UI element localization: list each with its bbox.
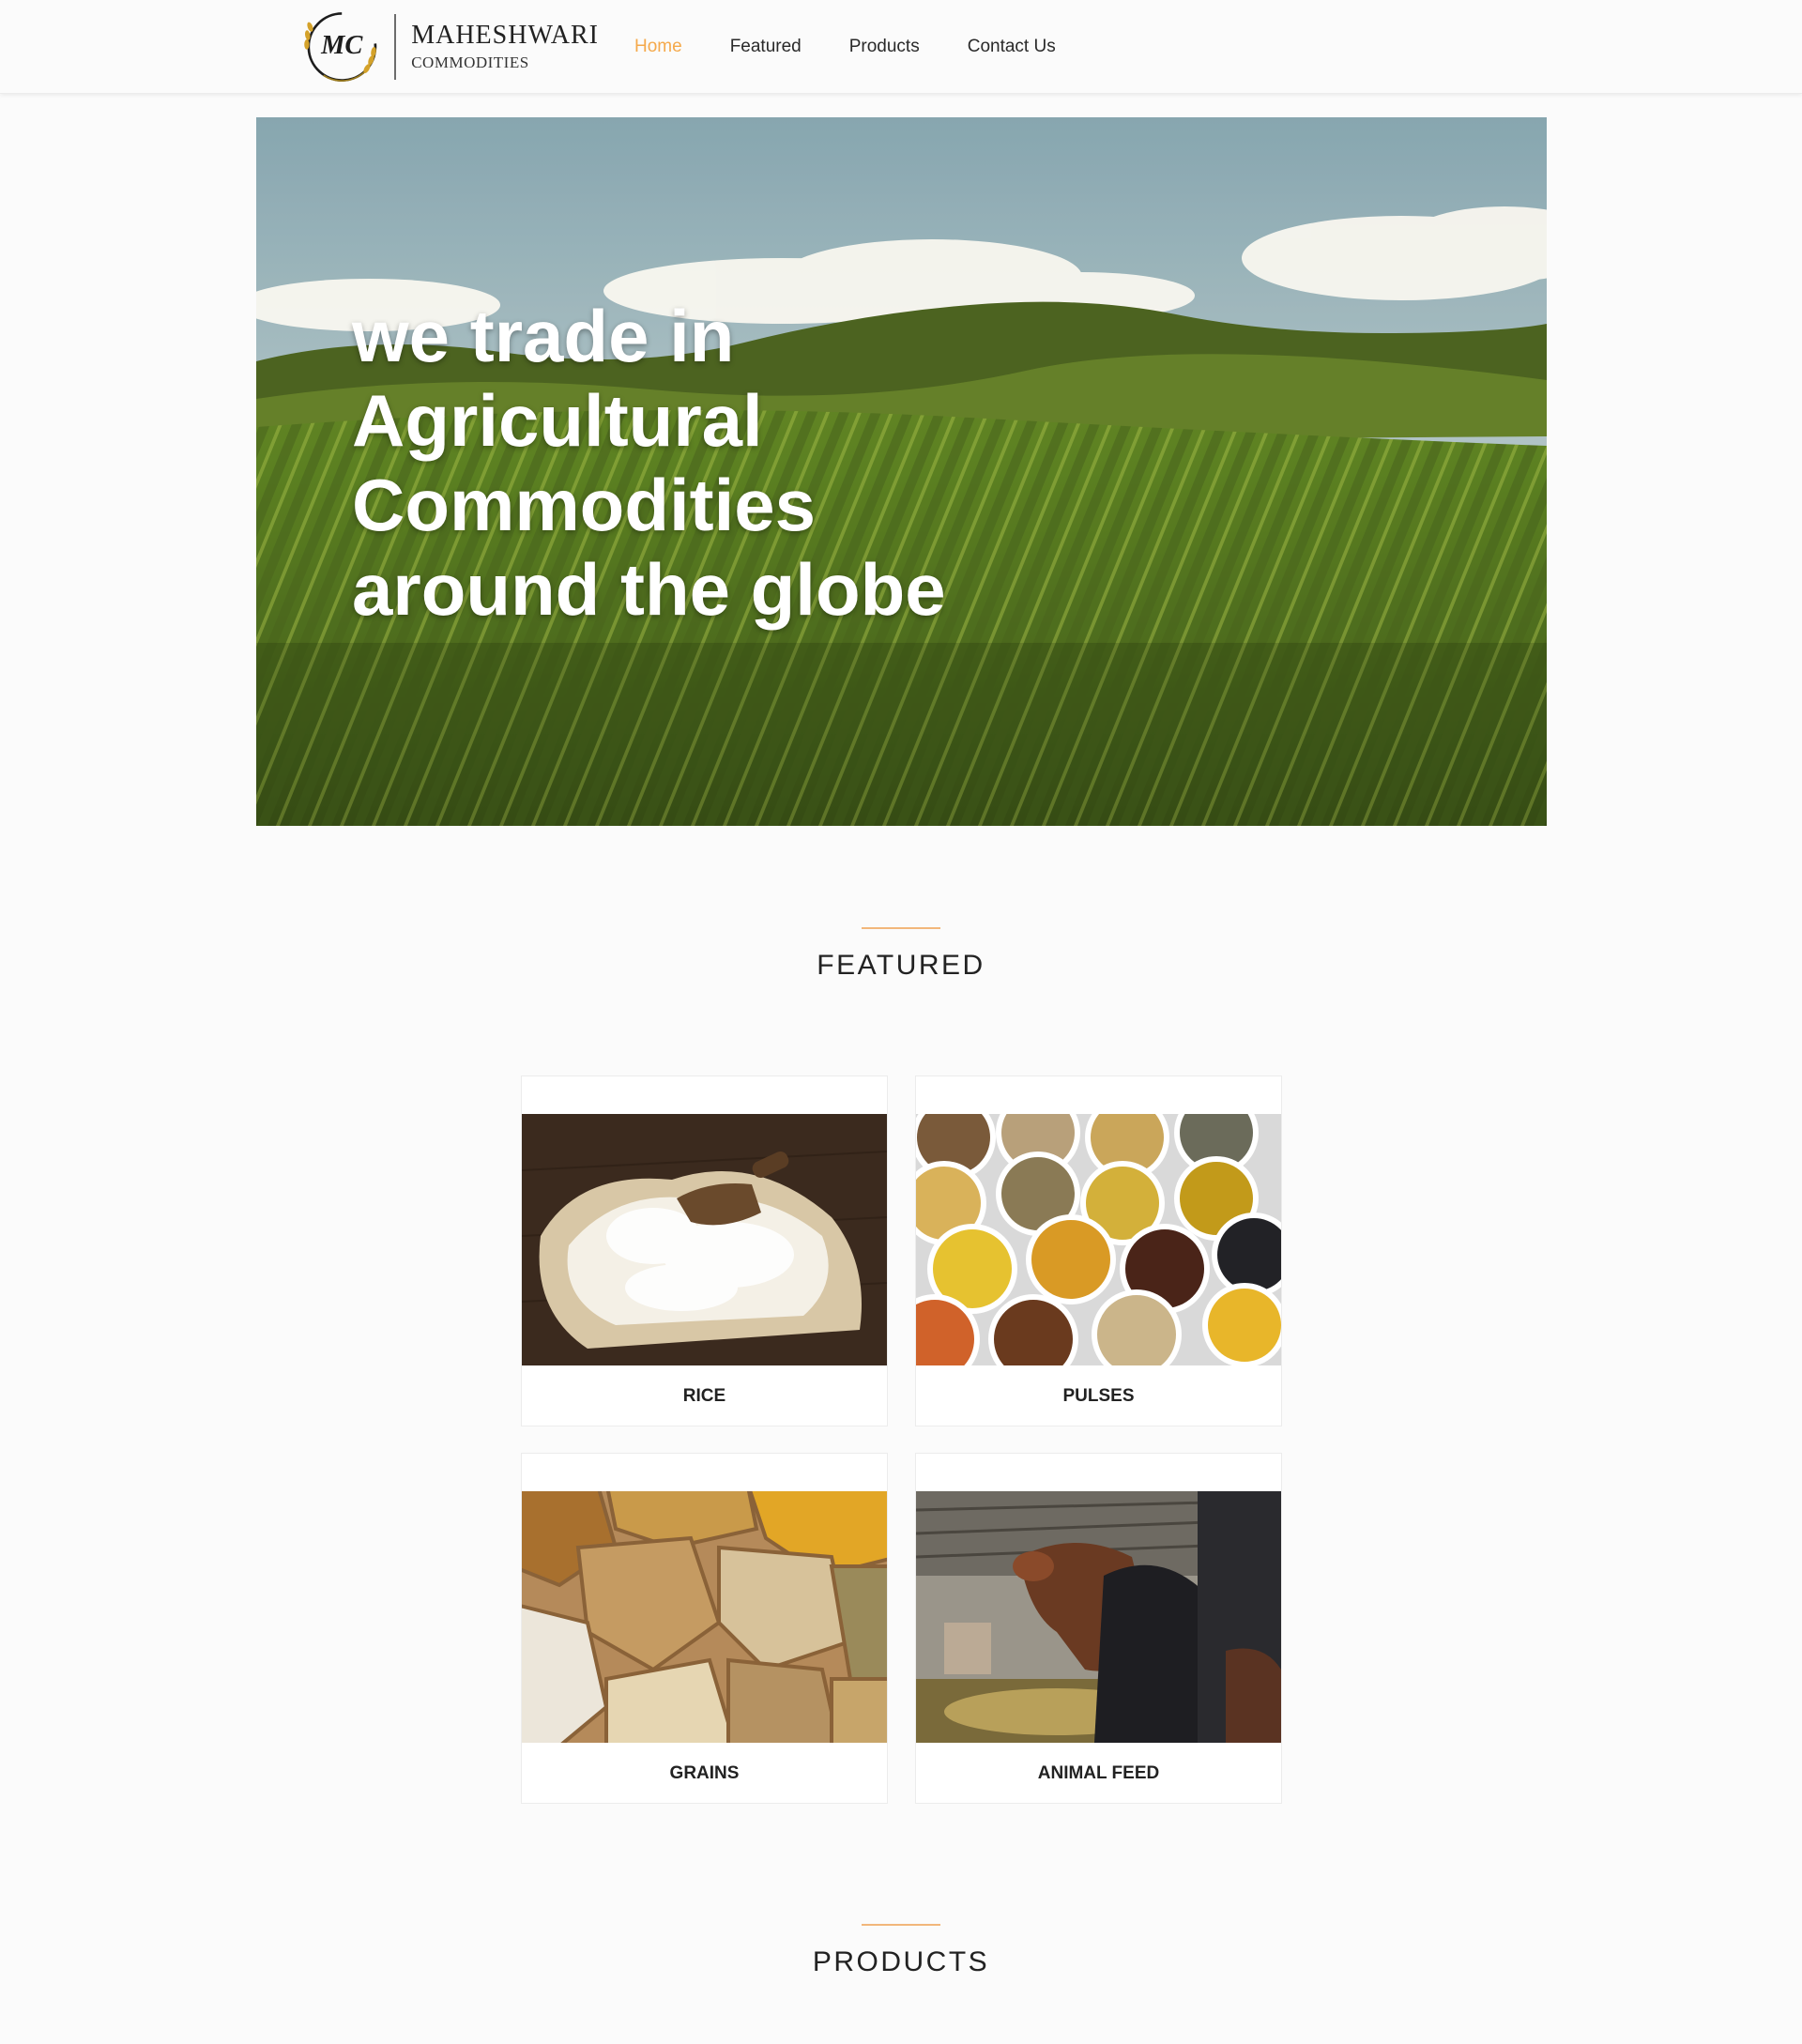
animal-feed-label: ANIMAL FEED [1037,1763,1160,1783]
nav-featured[interactable]: Featured [730,37,802,57]
featured-card-rice[interactable]: RICE [521,1075,888,1426]
featured-title: FEATURED [817,950,985,981]
pulses-label: PULSES [1062,1386,1135,1406]
site-header: MC MAHESHWARI COMMODITIES Home Featured … [0,0,1802,94]
featured-accent-line [862,927,940,929]
animal-feed-image [916,1491,1281,1743]
hero-line-3: Commodities [352,464,817,546]
featured-card-animal-feed[interactable]: ANIMAL FEED [915,1453,1282,1804]
rice-photo [522,1114,887,1365]
brand-subtitle: COMMODITIES [411,53,529,71]
mc-logo-icon: MC [304,12,377,82]
products-accent-line [862,1924,940,1926]
logo-divider [394,14,397,80]
pulses-photo [916,1114,1281,1365]
nav-contact-us[interactable]: Contact Us [968,37,1056,57]
logo-initials: MC [320,31,363,60]
hero-headline: we trade in Agricultural Commodities aro… [352,294,1009,632]
featured-card-pulses[interactable]: PULSES [915,1075,1282,1426]
featured-section-header: FEATURED [0,927,1802,982]
grains-image [522,1491,887,1743]
brand-logo[interactable]: MC MAHESHWARI COMMODITIES [298,6,599,88]
main-nav: Home Featured Products Contact Us [634,0,1104,94]
hero-banner: we trade in Agricultural Commodities aro… [256,117,1547,826]
grains-photo [522,1491,887,1743]
nav-home[interactable]: Home [634,37,682,57]
hero-line-4: around the globe [352,548,946,631]
featured-card-grains[interactable]: GRAINS [521,1453,888,1804]
products-section-header: PRODUCTS [0,1924,1802,1978]
rice-image [522,1114,887,1365]
hero-line-2: Agricultural [352,379,763,462]
grains-label: GRAINS [669,1763,740,1783]
nav-products[interactable]: Products [849,37,920,57]
hero-line-1: we trade in [352,295,735,377]
logo-text: MAHESHWARI COMMODITIES [411,21,599,73]
brand-name: MAHESHWARI [411,21,599,50]
products-title: PRODUCTS [812,1946,990,1977]
animal-feed-photo [916,1491,1281,1743]
rice-label: RICE [682,1386,726,1406]
pulses-image [916,1114,1281,1365]
